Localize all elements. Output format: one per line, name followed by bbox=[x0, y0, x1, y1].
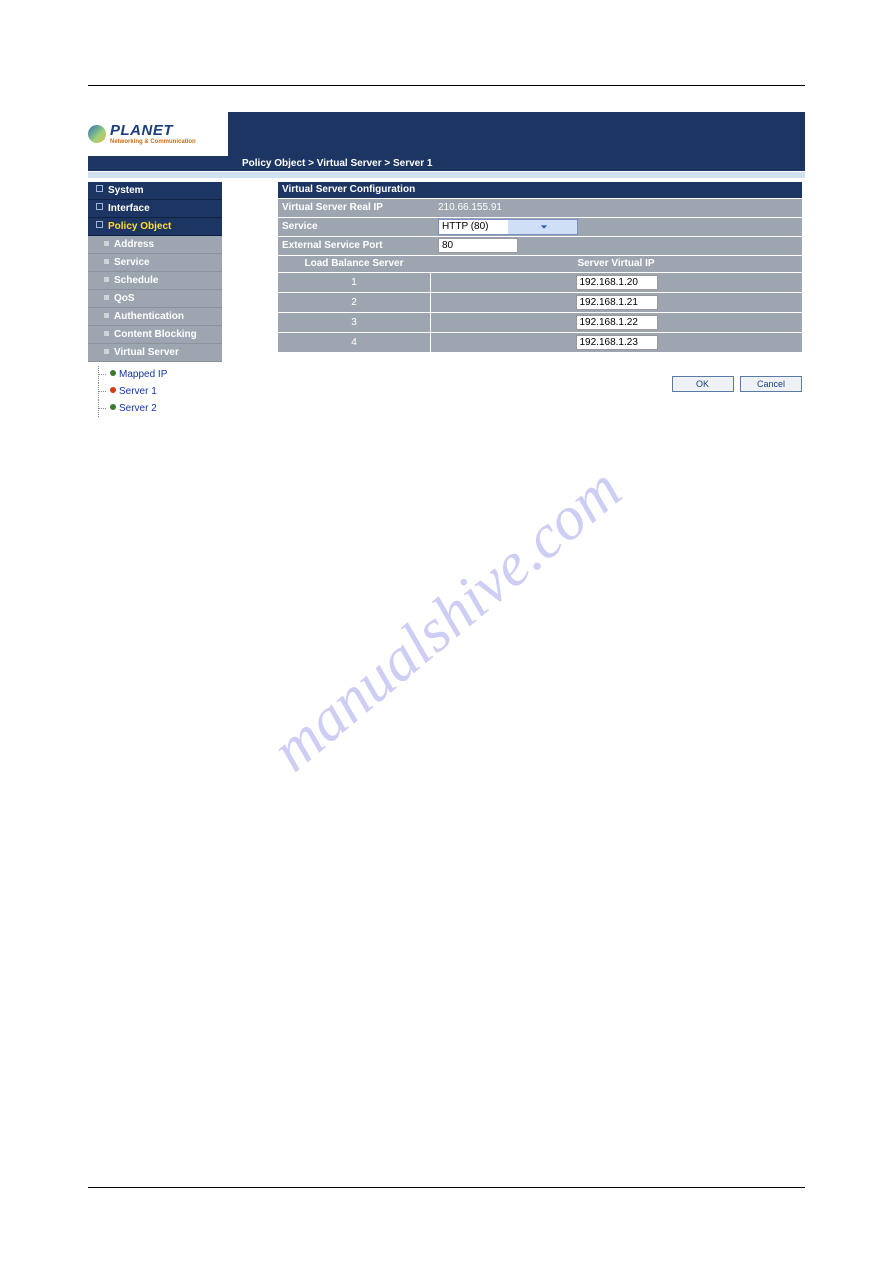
server-index: 4 bbox=[278, 333, 431, 352]
nav-system[interactable]: System bbox=[88, 182, 222, 200]
sidebar: System Interface Policy Object Address S… bbox=[88, 182, 222, 421]
config-panel: Virtual Server Configuration Virtual Ser… bbox=[278, 182, 802, 352]
server-index: 1 bbox=[278, 273, 431, 292]
tree-server-1[interactable]: Server 1 bbox=[110, 383, 222, 400]
server-ip-input[interactable] bbox=[576, 315, 658, 330]
col-load-balance: Load Balance Server bbox=[278, 256, 430, 272]
virtual-server-tree: Mapped IP Server 1 Server 2 bbox=[88, 362, 222, 421]
tree-server-2[interactable]: Server 2 bbox=[110, 400, 222, 417]
server-table-header: Load Balance Server Server Virtual IP bbox=[278, 256, 802, 272]
service-select-value: HTTP (80) bbox=[439, 218, 508, 236]
server-ip-input[interactable] bbox=[576, 335, 658, 350]
nav-interface[interactable]: Interface bbox=[88, 200, 222, 218]
server-row: 4 bbox=[278, 333, 802, 352]
label-ext-port: External Service Port bbox=[278, 237, 434, 255]
button-bar: OK Cancel bbox=[278, 374, 802, 392]
subnav-address[interactable]: Address bbox=[88, 236, 222, 254]
subnav-schedule[interactable]: Schedule bbox=[88, 272, 222, 290]
tree-label: Server 2 bbox=[119, 403, 157, 414]
subnav-authentication[interactable]: Authentication bbox=[88, 308, 222, 326]
logo-title: PLANET bbox=[110, 123, 196, 138]
server-index: 2 bbox=[278, 293, 431, 312]
col-virtual-ip: Server Virtual IP bbox=[430, 256, 802, 272]
value-ext-port bbox=[434, 237, 802, 255]
header: PLANET Networking & Communication bbox=[88, 112, 805, 156]
bottom-rule bbox=[88, 1187, 805, 1188]
tree-label: Server 1 bbox=[119, 386, 157, 397]
planet-icon bbox=[88, 125, 106, 143]
row-service: Service HTTP (80) bbox=[278, 218, 802, 236]
subnav-virtual-server[interactable]: Virtual Server bbox=[88, 344, 222, 362]
label-real-ip: Virtual Server Real IP bbox=[278, 199, 434, 217]
watermark: manualshive.com bbox=[258, 454, 635, 786]
top-rule bbox=[88, 85, 805, 86]
panel-title: Virtual Server Configuration bbox=[278, 182, 802, 198]
server-row: 3 bbox=[278, 313, 802, 332]
value-service: HTTP (80) bbox=[434, 218, 802, 236]
subnav-qos[interactable]: QoS bbox=[88, 290, 222, 308]
server-row: 2 bbox=[278, 293, 802, 312]
logo: PLANET Networking & Communication bbox=[88, 112, 228, 156]
header-bar bbox=[228, 112, 805, 156]
bullet-icon bbox=[110, 404, 116, 410]
separator-band bbox=[88, 172, 805, 178]
row-ext-port: External Service Port bbox=[278, 237, 802, 255]
breadcrumb: Policy Object > Virtual Server > Server … bbox=[88, 156, 805, 171]
server-ip-input[interactable] bbox=[576, 275, 658, 290]
service-select[interactable]: HTTP (80) bbox=[438, 219, 578, 235]
logo-tagline: Networking & Communication bbox=[110, 139, 196, 145]
row-real-ip: Virtual Server Real IP 210.66.155.91 bbox=[278, 199, 802, 217]
bullet-icon bbox=[110, 387, 116, 393]
server-index: 3 bbox=[278, 313, 431, 332]
value-real-ip: 210.66.155.91 bbox=[434, 199, 802, 217]
cancel-button[interactable]: Cancel bbox=[740, 376, 802, 392]
server-ip-input[interactable] bbox=[576, 295, 658, 310]
ok-button[interactable]: OK bbox=[672, 376, 734, 392]
tree-mapped-ip[interactable]: Mapped IP bbox=[110, 366, 222, 383]
content-area: Virtual Server Configuration Virtual Ser… bbox=[222, 182, 805, 421]
server-row: 1 bbox=[278, 273, 802, 292]
bullet-icon bbox=[110, 370, 116, 376]
subnav-content-blocking[interactable]: Content Blocking bbox=[88, 326, 222, 344]
subnav-service[interactable]: Service bbox=[88, 254, 222, 272]
chevron-down-icon bbox=[508, 220, 577, 234]
ext-port-input[interactable] bbox=[438, 238, 518, 253]
tree-label: Mapped IP bbox=[119, 369, 167, 380]
app-frame: PLANET Networking & Communication Policy… bbox=[88, 112, 805, 421]
label-service: Service bbox=[278, 218, 434, 236]
nav-policy-object[interactable]: Policy Object bbox=[88, 218, 222, 236]
